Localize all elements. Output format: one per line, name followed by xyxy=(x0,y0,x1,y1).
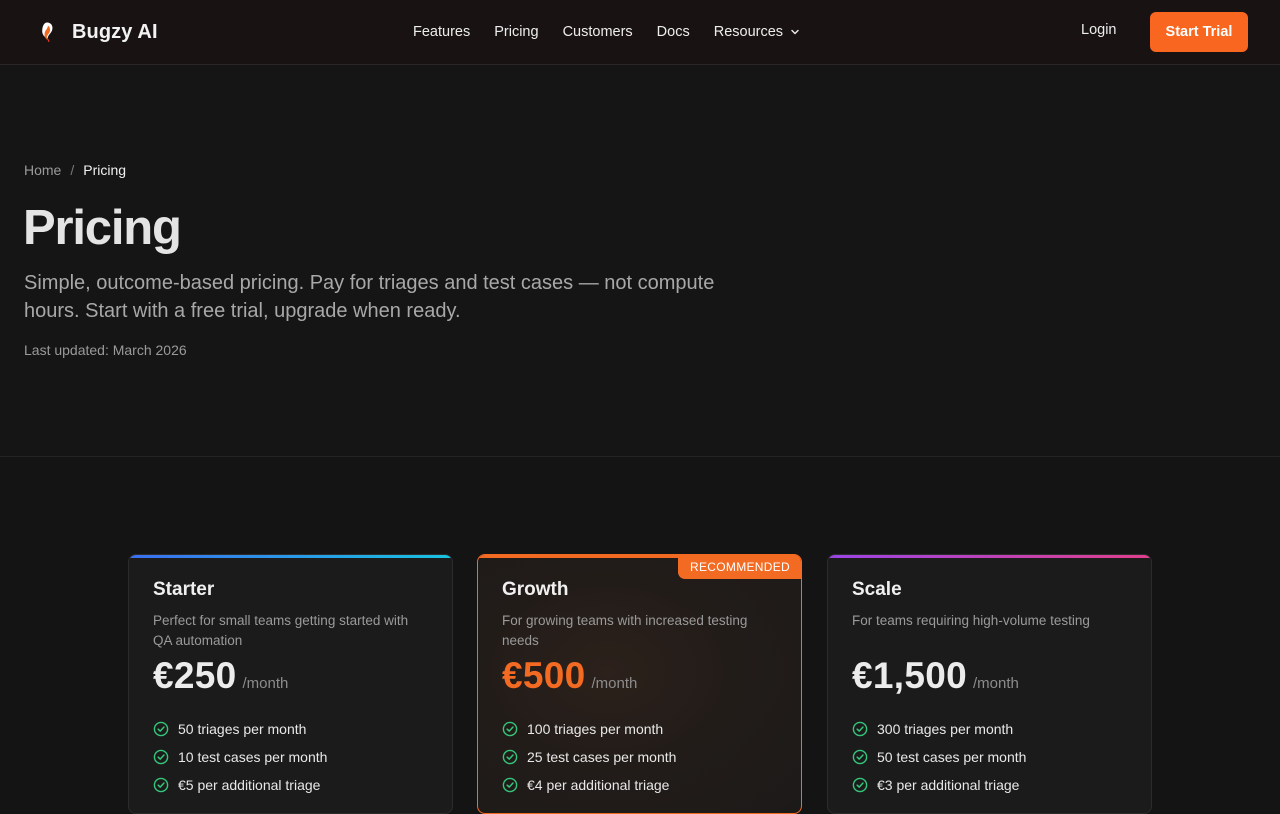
check-circle-icon xyxy=(502,777,518,793)
plan-feature-item: 25 test cases per month xyxy=(502,743,676,771)
plan-name: Starter xyxy=(153,579,215,600)
check-circle-icon xyxy=(153,749,169,765)
plan-feature-item: €5 per additional triage xyxy=(153,771,327,799)
plan-feature-text: 10 test cases per month xyxy=(178,749,328,765)
plan-feature-text: 100 triages per month xyxy=(527,721,664,737)
plan-card-growth: RECOMMENDED Growth For growing teams wit… xyxy=(477,554,802,814)
plan-feature-text: 25 test cases per month xyxy=(527,749,677,765)
check-circle-icon xyxy=(153,777,169,793)
plan-price: €1,500 /month xyxy=(852,655,1019,697)
plan-price: €250 /month xyxy=(153,655,288,697)
check-circle-icon xyxy=(852,777,868,793)
plan-feature-text: 50 test cases per month xyxy=(877,749,1027,765)
plan-card-starter: Starter Perfect for small teams getting … xyxy=(128,554,453,814)
plan-price-amount: €500 xyxy=(502,655,586,696)
nav-link-docs[interactable]: Docs xyxy=(657,24,690,40)
check-circle-icon xyxy=(502,749,518,765)
plan-feature-item: 10 test cases per month xyxy=(153,743,327,771)
plan-price-period: /month xyxy=(242,675,289,692)
plan-features: 100 triages per month 25 test cases per … xyxy=(502,715,676,799)
plan-price: €500 /month xyxy=(502,655,637,697)
login-link[interactable]: Login xyxy=(1081,22,1116,38)
chevron-down-icon xyxy=(791,29,799,35)
plan-name: Scale xyxy=(852,579,902,600)
check-circle-icon xyxy=(852,749,868,765)
nav-link-customers[interactable]: Customers xyxy=(563,24,633,40)
pricing-hero: Home / Pricing Pricing Simple, outcome-b… xyxy=(0,65,1280,457)
plan-features: 50 triages per month 10 test cases per m… xyxy=(153,715,327,799)
plan-description: For teams requiring high-volume testing xyxy=(852,613,1090,628)
start-trial-button[interactable]: Start Trial xyxy=(1150,12,1248,52)
plan-feature-text: 300 triages per month xyxy=(877,721,1014,737)
breadcrumb-home-link[interactable]: Home xyxy=(24,162,61,178)
brand[interactable]: Bugzy AI xyxy=(38,19,158,45)
plan-feature-text: €5 per additional triage xyxy=(178,777,321,793)
plan-price-amount: €1,500 xyxy=(852,655,967,696)
breadcrumb-separator: / xyxy=(70,162,75,178)
check-circle-icon xyxy=(153,721,169,737)
check-circle-icon xyxy=(502,721,518,737)
plan-price-period: /month xyxy=(972,675,1019,692)
plan-feature-item: 300 triages per month xyxy=(852,715,1026,743)
plan-feature-item: 100 triages per month xyxy=(502,715,676,743)
last-updated-text: Last updated: March 2026 xyxy=(24,342,187,358)
plan-price-amount: €250 xyxy=(153,655,237,696)
plan-price-period: /month xyxy=(591,675,638,692)
plan-feature-text: €3 per additional triage xyxy=(877,777,1020,793)
nav-resources-dropdown[interactable]: Resources xyxy=(714,24,800,40)
nav-link-features[interactable]: Features xyxy=(413,24,470,40)
plan-feature-text: 50 triages per month xyxy=(178,721,307,737)
plan-feature-item: €4 per additional triage xyxy=(502,771,676,799)
plan-feature-item: €3 per additional triage xyxy=(852,771,1026,799)
nav-resources-label: Resources xyxy=(713,24,784,40)
plan-name: Growth xyxy=(502,579,569,600)
top-navbar: Bugzy AI Features Pricing Customers Docs… xyxy=(0,0,1280,65)
page-subtitle: Simple, outcome-based pricing. Pay for t… xyxy=(24,272,715,322)
page-title: Pricing xyxy=(23,201,182,255)
main-nav: Features Pricing Customers Docs Resource… xyxy=(413,22,800,42)
breadcrumb: Home / Pricing xyxy=(24,162,126,178)
plan-features: 300 triages per month 50 test cases per … xyxy=(852,715,1026,799)
plan-description: For growing teams with increased testing… xyxy=(502,613,748,648)
breadcrumb-current: Pricing xyxy=(83,162,127,178)
plan-feature-item: 50 test cases per month xyxy=(852,743,1026,771)
plan-description: Perfect for small teams getting started … xyxy=(153,613,409,648)
plan-accent-bar xyxy=(828,555,1151,558)
recommended-badge: RECOMMENDED xyxy=(678,555,801,579)
plan-card-scale: Scale For teams requiring high-volume te… xyxy=(827,554,1152,814)
check-circle-icon xyxy=(852,721,868,737)
pricing-plans: Starter Perfect for small teams getting … xyxy=(0,458,1280,814)
nav-link-pricing[interactable]: Pricing xyxy=(494,24,538,40)
bugzy-logo-icon xyxy=(42,22,53,43)
plan-feature-text: €4 per additional triage xyxy=(527,777,670,793)
plan-accent-bar xyxy=(129,555,452,558)
plan-feature-item: 50 triages per month xyxy=(153,715,327,743)
brand-name: Bugzy AI xyxy=(72,20,158,43)
